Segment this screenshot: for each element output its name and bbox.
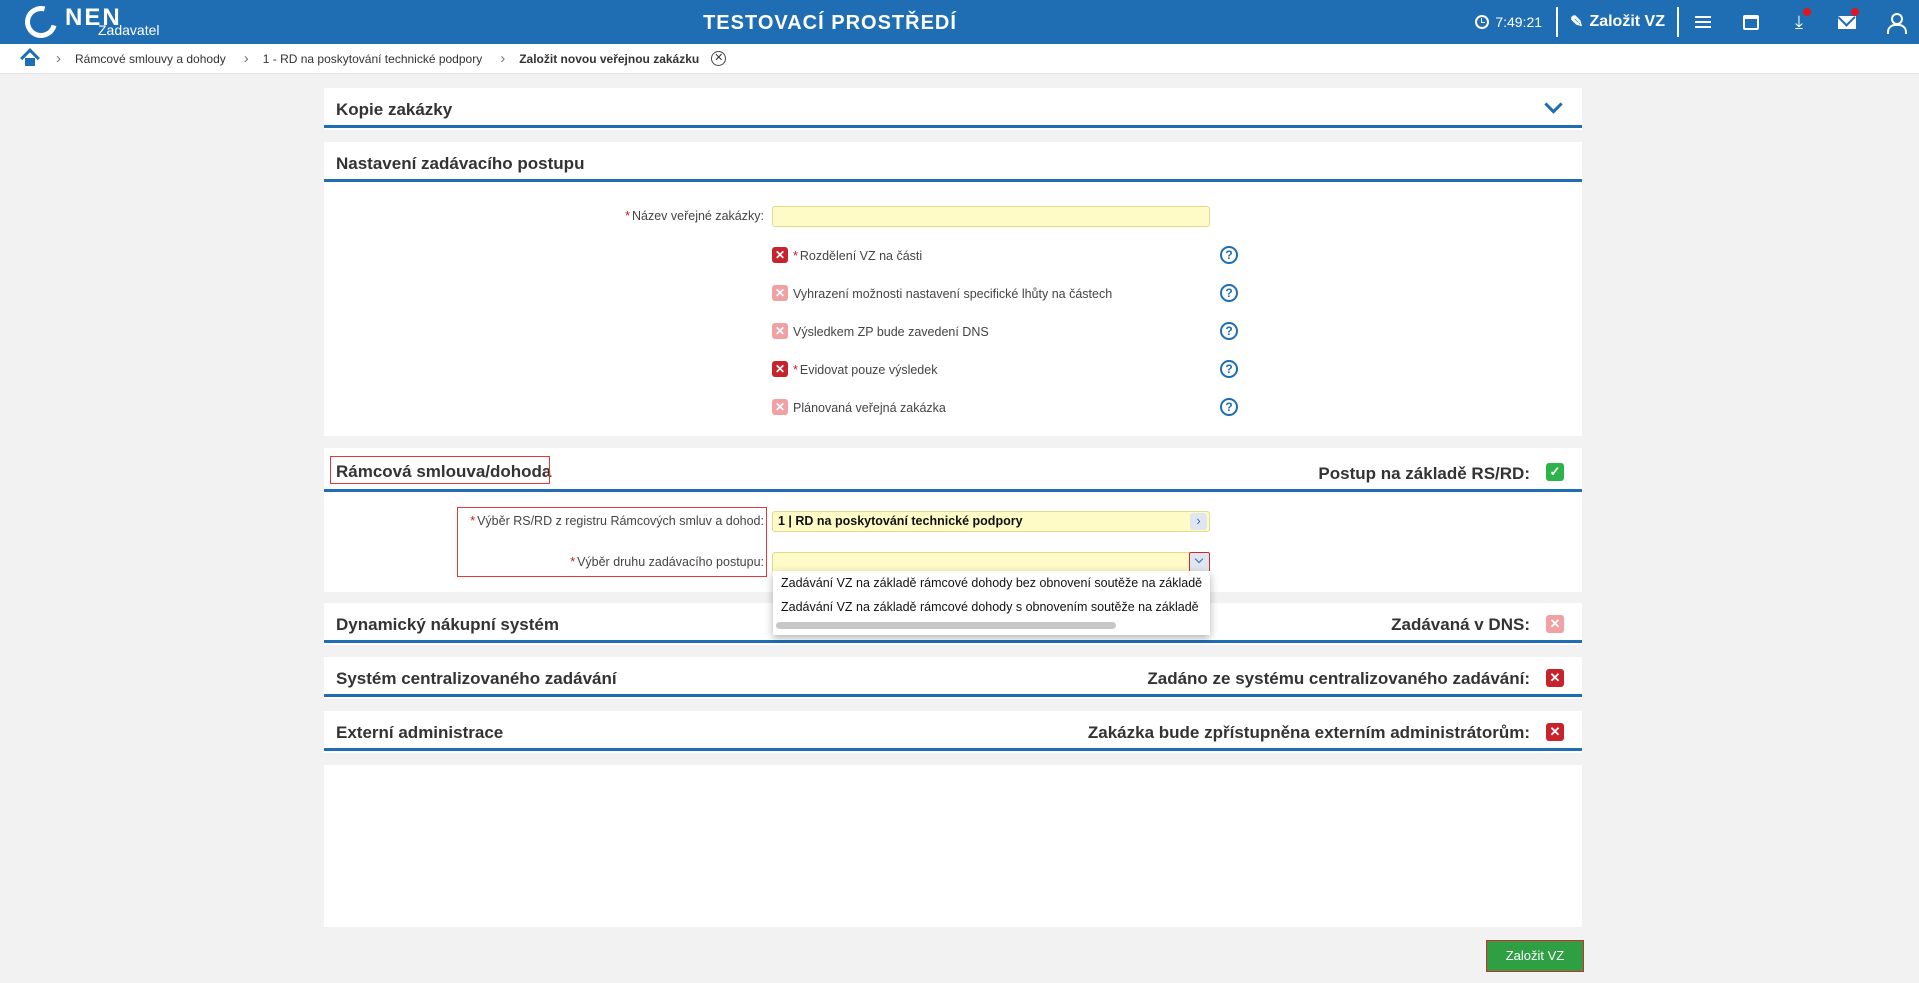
specific-deadline-checkbox[interactable]: ✕ (772, 285, 788, 301)
download-icon: ⤓ (1795, 11, 1803, 32)
help-icon[interactable]: ? (1220, 246, 1238, 264)
chevron-right-icon[interactable]: › (1190, 513, 1207, 530)
create-vz-top-label: Založit VZ (1589, 13, 1665, 30)
calendar-icon (1743, 14, 1759, 30)
highlight-frame (330, 456, 550, 484)
registry-select[interactable]: 1 | RD na poskytování technické podpory (772, 511, 1210, 532)
name-label: * Název veřejné zakázky: (625, 209, 764, 223)
chevron-right-icon: › (243, 50, 249, 67)
hamburger-icon (1695, 16, 1711, 28)
section-title: Externí administrace (336, 723, 504, 742)
registry-value: 1 | RD na poskytování technické podpory (778, 514, 1023, 528)
notification-dot (1803, 8, 1811, 16)
dropdown-option[interactable]: Zadávání VZ na základě rámcové dohody be… (773, 571, 1210, 595)
framework-procedure-label: Postup na základě RS/RD: (1318, 464, 1530, 483)
breadcrumb-item[interactable]: 1 - RD na poskytování technické podpory (263, 52, 482, 66)
procedure-settings-section: Nastavení zadávacího postupu * Název veře… (324, 142, 1582, 436)
create-vz-button[interactable]: Založit VZ (1486, 940, 1584, 972)
close-icon[interactable]: ✕ (711, 51, 727, 66)
procedure-type-dropdown: Zadávání VZ na základě rámcové dohody be… (773, 571, 1210, 635)
edit-icon: ✎ (1570, 14, 1584, 31)
breadcrumb: › Rámcové smlouvy a dohody › 1 - RD na p… (0, 44, 1919, 74)
menu-button[interactable] (1679, 0, 1727, 44)
top-bar: NEN Zadavatel TESTOVACÍ PROSTŘEDÍ 7:49:2… (0, 0, 1919, 44)
procedure-type-select[interactable] (772, 552, 1210, 573)
horizontal-scrollbar[interactable] (776, 622, 1116, 629)
dns-result-checkbox[interactable]: ✕ (772, 323, 788, 339)
framework-procedure-checkbox[interactable]: ✓ (1546, 463, 1564, 481)
planned-checkbox[interactable]: ✕ (772, 399, 788, 415)
top-right-toolbar: 7:49:21 ✎ Založit VZ ⤓ (1465, 0, 1919, 44)
notification-dot (1851, 8, 1859, 16)
name-field[interactable] (772, 206, 1210, 227)
section-title: Kopie zakázky (336, 100, 453, 119)
chevron-right-icon: › (500, 50, 506, 67)
clock-icon (1475, 15, 1490, 29)
help-icon[interactable]: ? (1220, 322, 1238, 340)
section-title: Systém centralizovaného zadávání (336, 669, 617, 688)
external-admin-header: Externí administrace Zakázka bude zpříst… (324, 711, 1582, 751)
breadcrumb-item[interactable]: Rámcové smlouvy a dohody (75, 52, 226, 66)
planned-label: Plánovaná veřejná zakázka (793, 401, 946, 415)
session-time: 7:49:21 (1495, 14, 1543, 30)
dns-result-label: Výsledkem ZP bude zavedení DNS (793, 325, 989, 339)
centralized-header: Systém centralizovaného zadávání Zadáno … (324, 657, 1582, 697)
external-admin-section: Externí administrace Zakázka bude zpříst… (324, 711, 1582, 753)
downloads-button[interactable]: ⤓ (1775, 0, 1823, 44)
help-icon[interactable]: ? (1220, 360, 1238, 378)
procedure-settings-header: Nastavení zadávacího postupu (324, 142, 1582, 182)
copy-section: Kopie zakázky (324, 88, 1582, 130)
external-admin-label: Zakázka bude zpřístupněna externím admin… (1087, 723, 1530, 742)
messages-button[interactable] (1823, 0, 1871, 44)
chevron-right-icon: › (56, 50, 61, 67)
external-admin-checkbox[interactable]: ✕ (1546, 723, 1564, 741)
centralized-label: Zadáno ze systému centralizovaného zadáv… (1147, 669, 1530, 688)
section-title: Nastavení zadávacího postupu (336, 154, 585, 173)
section-title: Dynamický nákupní systém (336, 615, 559, 634)
envelope-icon (1838, 15, 1856, 29)
split-label: * Rozdělení VZ na části (793, 249, 923, 263)
session-timer: 7:49:21 (1465, 14, 1556, 30)
split-checkbox[interactable]: ✕ (772, 247, 788, 263)
dns-label: Zadávaná v DNS: (1391, 615, 1530, 634)
dns-checkbox[interactable]: ✕ (1546, 615, 1564, 633)
dropdown-option[interactable]: Zadávání VZ na základě rámcové dohody s … (773, 595, 1210, 619)
user-button[interactable] (1871, 0, 1919, 44)
user-icon (1887, 13, 1907, 34)
breadcrumb-current: Založit novou veřejnou zakázku (519, 51, 700, 66)
specific-deadline-label: Vyhrazení možnosti nastavení specifické … (793, 287, 1113, 301)
result-only-checkbox[interactable]: ✕ (772, 361, 788, 377)
chevron-down-icon (1194, 554, 1204, 564)
copy-section-header[interactable]: Kopie zakázky (324, 88, 1582, 128)
home-icon[interactable] (22, 52, 38, 66)
dropdown-toggle[interactable] (1189, 552, 1210, 573)
content-area (324, 765, 1582, 927)
help-icon[interactable]: ? (1220, 284, 1238, 302)
calendar-button[interactable] (1727, 0, 1775, 44)
centralized-checkbox[interactable]: ✕ (1546, 669, 1564, 687)
help-icon[interactable]: ? (1220, 398, 1238, 416)
create-vz-top-button[interactable]: ✎ Založit VZ (1558, 12, 1677, 32)
chevron-down-icon[interactable] (1544, 95, 1563, 114)
result-only-label: * Evidovat pouze výsledek (793, 363, 938, 377)
centralized-section: Systém centralizovaného zadávání Zadáno … (324, 657, 1582, 699)
highlight-frame (457, 507, 767, 577)
environment-title: TESTOVACÍ PROSTŘEDÍ (703, 12, 957, 34)
